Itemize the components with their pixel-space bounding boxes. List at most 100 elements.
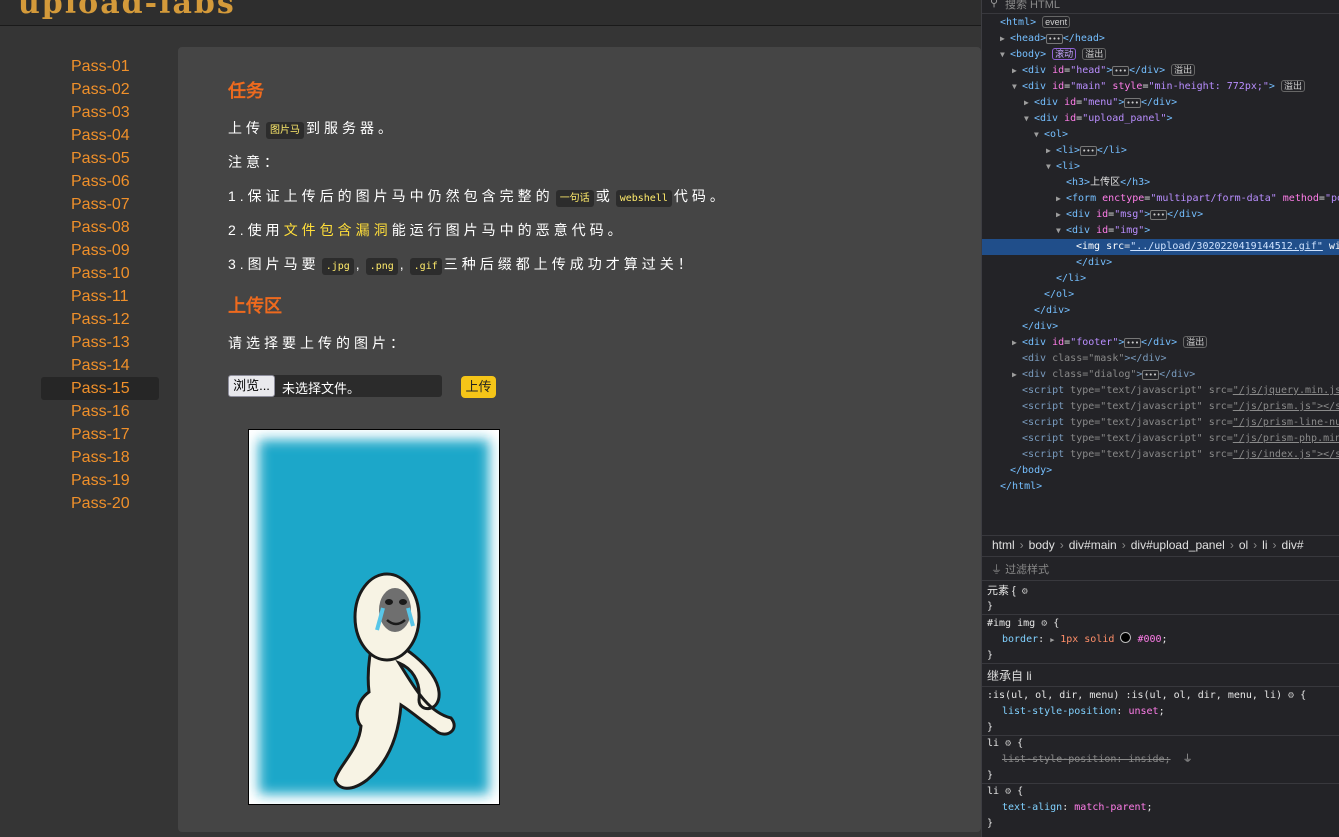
menu-item-pass[interactable]: Pass-01 xyxy=(41,55,159,78)
menu-item-pass[interactable]: Pass-14 xyxy=(41,354,159,377)
menu-item-pass[interactable]: Pass-09 xyxy=(41,239,159,262)
breadcrumb-item[interactable]: div#upload_panel xyxy=(1131,538,1225,552)
overflow-badge[interactable]: 溢出 xyxy=(1082,48,1107,60)
tree-script[interactable]: <script type="text/javascript" src="/js/… xyxy=(1022,399,1339,415)
menu-item-pass[interactable]: Pass-04 xyxy=(41,124,159,147)
tree-html[interactable]: <html> event xyxy=(1000,15,1071,31)
rule-img-selector[interactable]: #img img ⚙ { xyxy=(987,616,1059,632)
menu-item-pass[interactable]: Pass-02 xyxy=(41,78,159,101)
breadcrumb-item[interactable]: ol xyxy=(1239,538,1248,552)
rule-is-selector[interactable]: :is(ul, ol, dir, menu) :is(ul, ol, dir, … xyxy=(987,688,1306,704)
uploaded-image xyxy=(248,429,500,805)
upload-prompt: 请选择要上传的图片： xyxy=(228,335,408,351)
menu-item-pass[interactable]: Pass-07 xyxy=(41,193,159,216)
gear-icon[interactable]: ⚙ xyxy=(1041,618,1047,629)
gear-icon[interactable]: ⚙ xyxy=(1005,738,1011,749)
breadcrumb-item[interactable]: body xyxy=(1029,538,1055,552)
chevron-right-icon: › xyxy=(1253,538,1258,552)
task-line-3: 1.保证上传后的图片马中仍然包含完整的 一句话或 webshell 代码。 xyxy=(228,186,728,207)
ellipsis-icon[interactable]: ••• xyxy=(1046,34,1063,44)
tree-li-close[interactable]: </li> xyxy=(1056,271,1086,287)
task-line-1: 上传 图片马 到服务器。 xyxy=(228,118,396,139)
breadcrumb-item[interactable]: div# xyxy=(1282,538,1304,552)
menu-item-pass[interactable]: Pass-06 xyxy=(41,170,159,193)
tree-h3[interactable]: <h3>上传区</h3> xyxy=(1066,175,1150,191)
upload-button[interactable]: 上传 xyxy=(461,376,496,398)
rule-lsp-inside-decl[interactable]: list-style-position: inside; ⏚ xyxy=(1002,752,1193,768)
menu-item-pass[interactable]: Pass-20 xyxy=(41,492,159,515)
tree-div-dialog[interactable]: ▶ <div class="dialog"> ••• </div> xyxy=(1012,367,1195,383)
style-filter[interactable]: ⏚ 过滤样式 xyxy=(982,560,1339,581)
tree-body-close[interactable]: </body> xyxy=(1010,463,1052,479)
site-logo[interactable]: upload-labs xyxy=(18,0,236,21)
rule-element[interactable]: 元素 { ⚙ xyxy=(987,583,1028,600)
tree-li-1[interactable]: ▶ <li> ••• </li> xyxy=(1046,143,1127,159)
menu-item-pass[interactable]: Pass-16 xyxy=(41,400,159,423)
rule-is-close: } xyxy=(987,722,994,733)
breadcrumb: html › body › div#main › div#upload_panel › ol › l… xyxy=(982,535,1339,557)
html-search-bar[interactable]: ⚲ 搜索 HTML xyxy=(982,0,1339,14)
tree-div-mask[interactable]: <div class="mask"></div> xyxy=(1022,351,1167,367)
event-badge[interactable]: event xyxy=(1042,16,1071,28)
menu-item-pass[interactable]: Pass-19 xyxy=(41,469,159,492)
tree-html-close[interactable]: </html> xyxy=(1000,479,1042,495)
tree-div-img[interactable]: ▼ <div id="img"> xyxy=(1056,223,1150,239)
tree-img-selected[interactable]: <img src="../upload/3020220419144512.gif… xyxy=(982,239,1339,255)
rule-li-2[interactable]: li ⚙ { xyxy=(987,784,1023,800)
html-search-input[interactable]: 搜索 HTML xyxy=(1005,0,1060,12)
tree-script[interactable]: <script type="text/javascript" src="/js/… xyxy=(1022,415,1339,431)
tree-upload-panel-close[interactable]: </div> xyxy=(1034,303,1070,319)
menu-item-pass[interactable]: Pass-11 xyxy=(41,285,159,308)
style-filter-input[interactable]: 过滤样式 xyxy=(1005,564,1049,576)
menu-item-pass[interactable]: Pass-08 xyxy=(41,216,159,239)
pass-menu: Pass-01 Pass-02 Pass-03 Pass-04 Pass-05 Pass-… xyxy=(41,55,159,515)
tree-div-head[interactable]: ▶ <div id="head"> ••• </div> 溢出 xyxy=(1012,63,1196,79)
tree-div-upload-panel[interactable]: ▼ <div id="upload_panel"> xyxy=(1024,111,1173,127)
filter-icon[interactable]: ⏚ xyxy=(1183,754,1193,765)
tree-li-2[interactable]: ▼ <li> xyxy=(1046,159,1080,175)
gear-icon[interactable]: ⚙ xyxy=(1022,586,1028,597)
menu-item-pass[interactable]: Pass-12 xyxy=(41,308,159,331)
rule-border-decl[interactable]: border: ▶ 1px solid #000; xyxy=(1002,632,1168,648)
tree-ol[interactable]: ▼ <ol> xyxy=(1034,127,1068,143)
menu-item-pass[interactable]: Pass-13 xyxy=(41,331,159,354)
tree-body[interactable]: ▼ <body> 滚动 溢出 xyxy=(1000,47,1107,63)
breadcrumb-item[interactable]: html xyxy=(992,538,1015,552)
gear-icon[interactable]: ⚙ xyxy=(1288,690,1294,701)
tree-div-img-close[interactable]: </div> xyxy=(1076,255,1112,271)
tree-div-main[interactable]: ▼ <div id="main" style="min-height: 772px… xyxy=(1012,79,1305,95)
tree-main-close[interactable]: </div> xyxy=(1022,319,1058,335)
menu-item-pass[interactable]: Pass-15 xyxy=(41,377,159,400)
web-page: upload-labs Pass-01 Pass-02 Pass-03 Pass-04… xyxy=(0,0,981,837)
gear-icon[interactable]: ⚙ xyxy=(1005,786,1011,797)
scroll-badge[interactable]: 滚动 xyxy=(1052,48,1077,60)
chevron-right-icon: › xyxy=(1059,538,1064,552)
tree-script[interactable]: <script type="text/javascript" src="/js/… xyxy=(1022,383,1339,399)
rule-ta-decl[interactable]: text-align: match-parent; xyxy=(1002,800,1153,816)
file-input[interactable]: 浏览... 未选择文件。 xyxy=(228,375,442,397)
collapse-arrow-icon[interactable]: ▼ xyxy=(1000,47,1010,63)
menu-item-pass[interactable]: Pass-05 xyxy=(41,147,159,170)
rule-lsp-decl[interactable]: list-style-position: unset; xyxy=(1002,704,1165,720)
tree-form[interactable]: ▶ <form enctype="multipart/form-data" met… xyxy=(1056,191,1339,207)
menu-item-pass[interactable]: Pass-10 xyxy=(41,262,159,285)
site-header: upload-labs xyxy=(0,0,981,26)
tree-div-msg[interactable]: ▶ <div id="msg"> ••• </div> xyxy=(1056,207,1203,223)
menu-item-pass[interactable]: Pass-03 xyxy=(41,101,159,124)
expand-arrow-icon[interactable]: ▶ xyxy=(1000,31,1010,47)
task-line-2: 注意： xyxy=(228,154,282,170)
tree-head[interactable]: ▶ <head> ••• </head> xyxy=(1000,31,1105,47)
browse-button[interactable]: 浏览... xyxy=(228,375,275,397)
tree-script[interactable]: <script type="text/javascript" src="/js/… xyxy=(1022,447,1339,463)
menu-item-pass[interactable]: Pass-17 xyxy=(41,423,159,446)
color-swatch-icon[interactable] xyxy=(1120,632,1132,643)
task-heading: 任务 xyxy=(228,81,264,101)
menu-item-pass[interactable]: Pass-18 xyxy=(41,446,159,469)
tree-div-menu[interactable]: ▶ <div id="menu"> ••• </div> xyxy=(1024,95,1177,111)
rule-li-1[interactable]: li ⚙ { xyxy=(987,736,1023,752)
breadcrumb-item[interactable]: div#main xyxy=(1069,538,1117,552)
tree-script[interactable]: <script type="text/javascript" src="/js/… xyxy=(1022,431,1339,447)
breadcrumb-item[interactable]: li xyxy=(1262,538,1267,552)
tree-ol-close[interactable]: </ol> xyxy=(1044,287,1074,303)
tree-div-footer[interactable]: ▶ <div id="footer"> ••• </div> 溢出 xyxy=(1012,335,1208,351)
